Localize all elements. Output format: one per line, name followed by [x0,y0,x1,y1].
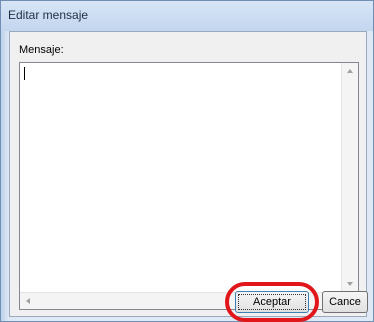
scroll-up-arrow-icon[interactable] [347,69,353,73]
message-textarea[interactable] [19,62,359,310]
accept-button[interactable]: Aceptar [235,291,309,313]
text-caret [24,67,25,80]
scroll-down-arrow-icon[interactable] [347,282,353,286]
window-frame-edge [1,1,9,321]
vertical-scrollbar[interactable] [341,63,358,292]
edit-message-dialog: Editar mensaje Mensaje: Aceptar Cance [0,0,374,322]
dialog-body: Mensaje: Aceptar Cance [9,31,368,322]
title-bar[interactable]: Editar mensaje [1,1,373,31]
message-label: Mensaje: [19,44,64,56]
dialog-title: Editar mensaje [8,8,89,22]
accept-button-label: Aceptar [238,294,306,310]
cancel-button[interactable]: Cance [322,291,368,313]
scroll-left-arrow-icon[interactable] [26,298,30,304]
